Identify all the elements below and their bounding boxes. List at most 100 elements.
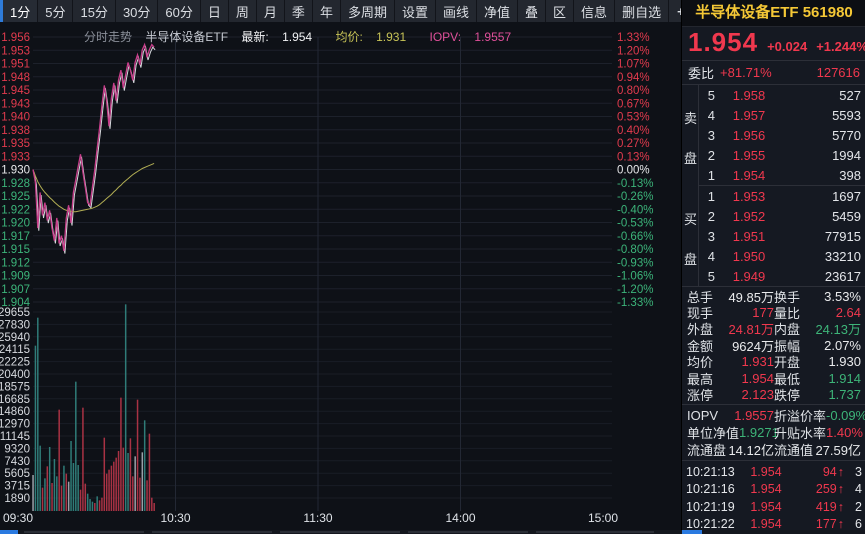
volume-bar — [68, 482, 70, 511]
period-tab-30分[interactable]: 30分 — [116, 0, 158, 22]
volume-bar — [149, 434, 151, 511]
bottom-scrollbar — [0, 530, 865, 534]
ask-price[interactable]: 1.957 — [715, 108, 783, 123]
period-tabs: 1分5分15分30分60分日周月季年多周期设置画线 — [0, 0, 477, 22]
ask-row[interactable]: 31.9565770 — [699, 125, 865, 145]
stat-value: 1.930 — [800, 354, 861, 369]
volume-bar — [56, 476, 58, 511]
tick-row: 10:21:131.95494↑3 — [686, 463, 862, 481]
period-tab-15分[interactable]: 15分 — [73, 0, 115, 22]
stat-row: 金额9624万振幅2.07% — [687, 337, 861, 353]
period-tab-设置[interactable]: 设置 — [395, 0, 436, 22]
bid-price[interactable]: 1.951 — [715, 229, 783, 244]
ask-price[interactable]: 1.955 — [715, 148, 783, 163]
volume-bar — [73, 463, 75, 511]
pct-axis-label: -0.80% — [617, 244, 653, 256]
stat-value: 1.40% — [826, 425, 863, 440]
bid-price[interactable]: 1.952 — [715, 209, 783, 224]
weibi-value: +81.71% — [720, 65, 772, 80]
pct-axis-label: 0.80% — [617, 85, 650, 97]
period-tab-年[interactable]: 年 — [313, 0, 341, 22]
avg-price-label: 均价: 1.931 — [335, 30, 419, 44]
bid-qty: 1697 — [783, 189, 865, 204]
tick-list[interactable]: 10:21:131.95494↑310:21:161.954259↑410:21… — [682, 460, 865, 533]
ask-price[interactable]: 1.958 — [715, 88, 783, 103]
stat-value: 2.64 — [800, 305, 861, 320]
ask-row[interactable]: 51.958527 — [699, 85, 865, 105]
bid-price[interactable]: 1.949 — [715, 269, 783, 284]
stat-value: -0.09% — [826, 408, 865, 423]
bid-level: 4 — [699, 249, 715, 264]
bid-row[interactable]: 11.9531697 — [699, 186, 865, 206]
period-tab-画线[interactable]: 画线 — [436, 0, 477, 22]
price-axis-label: 1.920 — [1, 218, 30, 230]
pct-axis-label: 0.53% — [617, 112, 650, 124]
ask-qty: 5770 — [783, 128, 865, 143]
ask-price[interactable]: 1.956 — [715, 128, 783, 143]
chart-header: 分时走势 半导体设备ETF 最新: 1.954 均价: 1.931 IOPV: … — [84, 28, 531, 45]
ask-qty: 5593 — [783, 108, 865, 123]
ask-row[interactable]: 11.954398 — [699, 165, 865, 185]
period-tab-60分[interactable]: 60分 — [158, 0, 200, 22]
volume-bar — [66, 474, 68, 511]
trading-app: 1分5分15分30分60分日周月季年多周期设置画线 净值叠区信息删自选+—→| … — [0, 0, 865, 534]
toolbar-button-区[interactable]: 区 — [546, 0, 574, 22]
toolbar-button-净值[interactable]: 净值 — [477, 0, 518, 22]
volume-bar — [130, 438, 132, 511]
volume-axis-label: 1890 — [4, 493, 30, 505]
ask-row[interactable]: 41.9575593 — [699, 105, 865, 125]
price-line — [33, 45, 154, 251]
bid-row[interactable]: 41.95033210 — [699, 246, 865, 266]
toolbar-button-删自选[interactable]: 删自选 — [615, 0, 669, 22]
bid-price[interactable]: 1.950 — [715, 249, 783, 264]
tick-time: 10:21:16 — [686, 482, 742, 496]
bid-price[interactable]: 1.953 — [715, 189, 783, 204]
volume-bar — [51, 483, 53, 511]
stat-row: 总手49.85万换手3.53% — [687, 288, 861, 304]
intraday-chart-panel[interactable]: 分时走势 半导体设备ETF 最新: 1.954 均价: 1.931 IOPV: … — [0, 22, 681, 530]
left-scrollbar-thumb[interactable] — [0, 530, 18, 534]
volume-bar — [47, 466, 49, 511]
order-book: 卖盘买盘 51.95852741.957559331.956577021.955… — [682, 85, 865, 287]
chart-mode-label: 分时走势 — [84, 30, 132, 44]
bid-row[interactable]: 21.9525459 — [699, 206, 865, 226]
period-tab-季[interactable]: 季 — [285, 0, 313, 22]
stat-value: 14.12亿 — [726, 440, 774, 459]
volume-bar — [115, 458, 117, 511]
iopv-grid: IOPV1.9557折溢价率-0.09%单位净值1.9271升贴水率1.40%流… — [682, 404, 865, 460]
volume-axis-label: 27830 — [0, 319, 30, 331]
period-tab-周[interactable]: 周 — [229, 0, 257, 22]
price-axis-label: 1.930 — [1, 165, 30, 177]
intraday-chart-canvas[interactable]: 1.9561.33%1.9531.20%1.9511.07%1.9480.94%… — [0, 22, 681, 530]
bid-row[interactable]: 31.95177915 — [699, 226, 865, 246]
volume-bar — [139, 478, 141, 511]
pct-axis-label: -0.66% — [617, 231, 653, 243]
volume-bar — [89, 499, 91, 511]
ask-price[interactable]: 1.954 — [715, 168, 783, 183]
pct-axis-label: -1.06% — [617, 271, 653, 283]
volume-bar — [54, 459, 56, 511]
period-tab-1分[interactable]: 1分 — [0, 0, 38, 22]
price-axis-label: 1.922 — [1, 204, 30, 216]
volume-bar — [127, 453, 129, 511]
period-tab-5分[interactable]: 5分 — [38, 0, 73, 22]
volume-bar — [146, 480, 148, 511]
volume-bar — [61, 486, 63, 511]
bid-row[interactable]: 51.94923617 — [699, 266, 865, 286]
volume-bar — [70, 441, 72, 511]
volume-axis-label: 29655 — [0, 307, 30, 319]
stat-label: 跌停 — [774, 385, 800, 404]
period-tab-日[interactable]: 日 — [201, 0, 229, 22]
period-tab-多周期[interactable]: 多周期 — [341, 0, 395, 22]
toolbar-button-叠[interactable]: 叠 — [518, 0, 546, 22]
ask-level: 4 — [699, 108, 715, 123]
ask-row[interactable]: 21.9551994 — [699, 145, 865, 165]
bid-qty: 23617 — [783, 269, 865, 284]
toolbar-button-信息[interactable]: 信息 — [574, 0, 615, 22]
pct-axis-label: 1.07% — [617, 59, 650, 71]
period-tab-月[interactable]: 月 — [257, 0, 285, 22]
right-scrollbar-thumb[interactable] — [682, 530, 702, 534]
volume-bar — [99, 500, 101, 511]
ask-qty: 1994 — [783, 148, 865, 163]
price-axis-label: 1.933 — [1, 151, 30, 163]
